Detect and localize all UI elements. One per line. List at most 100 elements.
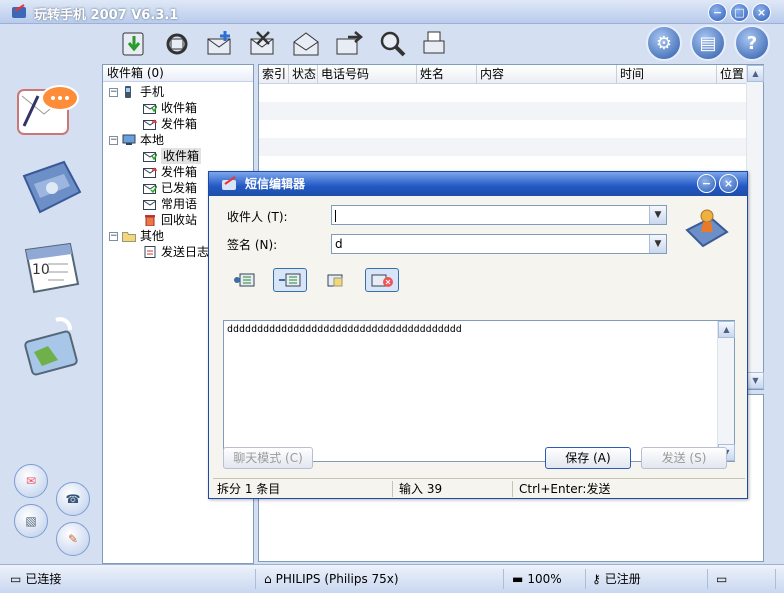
contact-book-icon[interactable] bbox=[683, 206, 731, 254]
tools-quick-button[interactable]: ✎ bbox=[56, 522, 90, 556]
connection-text: 已连接 bbox=[25, 572, 62, 586]
outbox-icon bbox=[143, 118, 158, 130]
tree-node-label: 回收站 bbox=[161, 213, 198, 227]
tree-node-label: 发件箱 bbox=[161, 117, 198, 131]
notes-button[interactable]: ▤ bbox=[690, 25, 726, 61]
list-header: 索引 状态 电话号码 姓名 内容 时间 位置 bbox=[259, 65, 763, 84]
calendar-nav-icon[interactable]: 10 bbox=[18, 234, 88, 304]
delete-message-icon bbox=[250, 31, 274, 55]
column-header-location[interactable]: 位置 bbox=[717, 65, 747, 83]
sms-quick-button[interactable]: ✉ bbox=[14, 464, 48, 498]
status-extra: ▭ bbox=[712, 569, 776, 589]
copy-button[interactable] bbox=[319, 268, 353, 292]
sync-button[interactable] bbox=[160, 27, 194, 61]
recipient-input[interactable]: ▼ bbox=[331, 205, 667, 225]
signature-value: d bbox=[335, 237, 343, 251]
chevron-down-icon[interactable]: ▼ bbox=[649, 206, 666, 224]
chat-mode-button[interactable]: 聊天模式 (C) bbox=[223, 447, 313, 469]
forward-message-button[interactable] bbox=[332, 27, 366, 61]
media-nav-icon[interactable] bbox=[18, 312, 88, 382]
settings-icon: ⚙ bbox=[655, 32, 673, 54]
scroll-up-arrow-icon[interactable]: ▲ bbox=[718, 321, 735, 338]
tree-node-local-outbox[interactable]: 发件箱 bbox=[143, 164, 197, 180]
list-scrollbar[interactable]: ▲ ▼ bbox=[746, 65, 764, 389]
print-icon bbox=[423, 31, 445, 54]
tree-node-local-inbox[interactable]: 收件箱 bbox=[143, 148, 202, 164]
scroll-down-arrow-icon[interactable]: ▼ bbox=[747, 372, 764, 389]
battery-icon: ▬ bbox=[512, 572, 524, 586]
collapse-toggle[interactable]: − bbox=[109, 231, 118, 241]
tree-node-label: 常用语 bbox=[161, 197, 198, 211]
list-rows bbox=[259, 84, 746, 174]
dialog-title-bar: 短信编辑器 − × bbox=[209, 172, 747, 196]
column-header-content[interactable]: 内容 bbox=[477, 65, 617, 83]
receive-button[interactable] bbox=[117, 27, 151, 61]
tree-node-sent[interactable]: 已发箱 bbox=[143, 180, 197, 196]
text-cursor bbox=[335, 209, 336, 222]
home-icon: ⌂ bbox=[264, 572, 272, 586]
help-button[interactable]: ? bbox=[734, 25, 770, 61]
dialog-close-button[interactable]: × bbox=[719, 174, 738, 193]
new-message-icon bbox=[207, 31, 231, 55]
tree-node-label: 已发箱 bbox=[161, 181, 198, 195]
send-button[interactable]: 发送 (S) bbox=[641, 447, 727, 469]
message-scrollbar[interactable]: ▲ ▼ bbox=[717, 321, 735, 461]
settings-button[interactable]: ⚙ bbox=[646, 25, 682, 61]
print-button[interactable] bbox=[418, 27, 452, 61]
phrase-list-button[interactable] bbox=[273, 268, 307, 292]
save-button[interactable]: 保存 (A) bbox=[545, 447, 631, 469]
column-header-index[interactable]: 索引 bbox=[259, 65, 289, 83]
tree-node-recycle[interactable]: 回收站 bbox=[143, 212, 197, 228]
left-navigation: 10 ✉ ☎ ▧ ✎ bbox=[2, 62, 98, 562]
column-header-phone[interactable]: 电话号码 bbox=[318, 65, 417, 83]
tree-node-phone-outbox[interactable]: 发件箱 bbox=[143, 116, 197, 132]
sms-nav-icon[interactable] bbox=[14, 76, 84, 146]
collapse-toggle[interactable]: − bbox=[109, 87, 118, 97]
connection-icon: ▭ bbox=[10, 572, 22, 586]
tree-node-other[interactable]: − 其他 bbox=[109, 228, 164, 244]
refresh-down-icon bbox=[122, 32, 144, 56]
key-icon: ⚷ bbox=[592, 572, 601, 586]
media-quick-button[interactable]: ▧ bbox=[14, 504, 48, 538]
inbox-icon bbox=[143, 102, 158, 114]
split-count: 拆分 1 条目 bbox=[213, 481, 393, 497]
close-button[interactable]: × bbox=[752, 3, 771, 22]
tree-node-phone-inbox[interactable]: 收件箱 bbox=[143, 100, 197, 116]
inbox-icon bbox=[143, 150, 158, 162]
column-header-name[interactable]: 姓名 bbox=[417, 65, 477, 83]
search-button[interactable] bbox=[375, 27, 409, 61]
clear-button[interactable] bbox=[365, 268, 399, 292]
tree-node-local[interactable]: − 本地 bbox=[109, 132, 164, 148]
new-message-button[interactable] bbox=[203, 27, 237, 61]
insert-phrase-icon bbox=[234, 273, 255, 287]
send-hint: Ctrl+Enter:发送 bbox=[519, 482, 611, 496]
sms-editor-dialog: 短信编辑器 − × 收件人 (T): ▼ 签名 (N): d ▼ ddddddd… bbox=[208, 171, 748, 499]
minimize-button[interactable]: − bbox=[708, 3, 727, 22]
tree-node-phrases[interactable]: 常用语 bbox=[143, 196, 197, 212]
chevron-down-icon[interactable]: ▼ bbox=[649, 235, 666, 253]
signature-select[interactable]: d ▼ bbox=[331, 234, 667, 254]
tree-node-phone[interactable]: − 手机 bbox=[109, 84, 164, 100]
folder-icon bbox=[122, 230, 136, 242]
toolbar: ⚙ ▤ ? bbox=[0, 24, 784, 62]
column-header-status[interactable]: 状态 bbox=[289, 65, 318, 83]
contacts-quick-button[interactable]: ☎ bbox=[56, 482, 90, 516]
device-status: ⌂ PHILIPS (Philips 75x) bbox=[260, 569, 504, 589]
contacts-nav-icon[interactable] bbox=[16, 156, 86, 226]
dialog-minimize-button[interactable]: − bbox=[697, 174, 716, 193]
message-textarea[interactable]: ddddddddddddddddddddddddddddddddddddddd … bbox=[223, 320, 735, 462]
open-message-button[interactable] bbox=[289, 27, 323, 61]
collapse-toggle[interactable]: − bbox=[109, 135, 118, 145]
column-header-time[interactable]: 时间 bbox=[617, 65, 717, 83]
registration-status: ⚷ 已注册 bbox=[588, 569, 708, 589]
log-icon bbox=[143, 246, 157, 258]
insert-phrase-button[interactable] bbox=[227, 268, 261, 292]
dialog-body: 收件人 (T): ▼ 签名 (N): d ▼ ddddddddddddddddd… bbox=[209, 196, 747, 498]
tree-node-send-log[interactable]: 发送日志 bbox=[143, 244, 209, 260]
connection-status: ▭ 已连接 bbox=[6, 569, 256, 589]
maximize-button[interactable]: □ bbox=[730, 3, 749, 22]
monitor-icon: ▭ bbox=[716, 572, 728, 586]
scroll-up-arrow-icon[interactable]: ▲ bbox=[747, 65, 764, 82]
battery-text: 100% bbox=[527, 572, 562, 586]
delete-message-button[interactable] bbox=[246, 27, 280, 61]
